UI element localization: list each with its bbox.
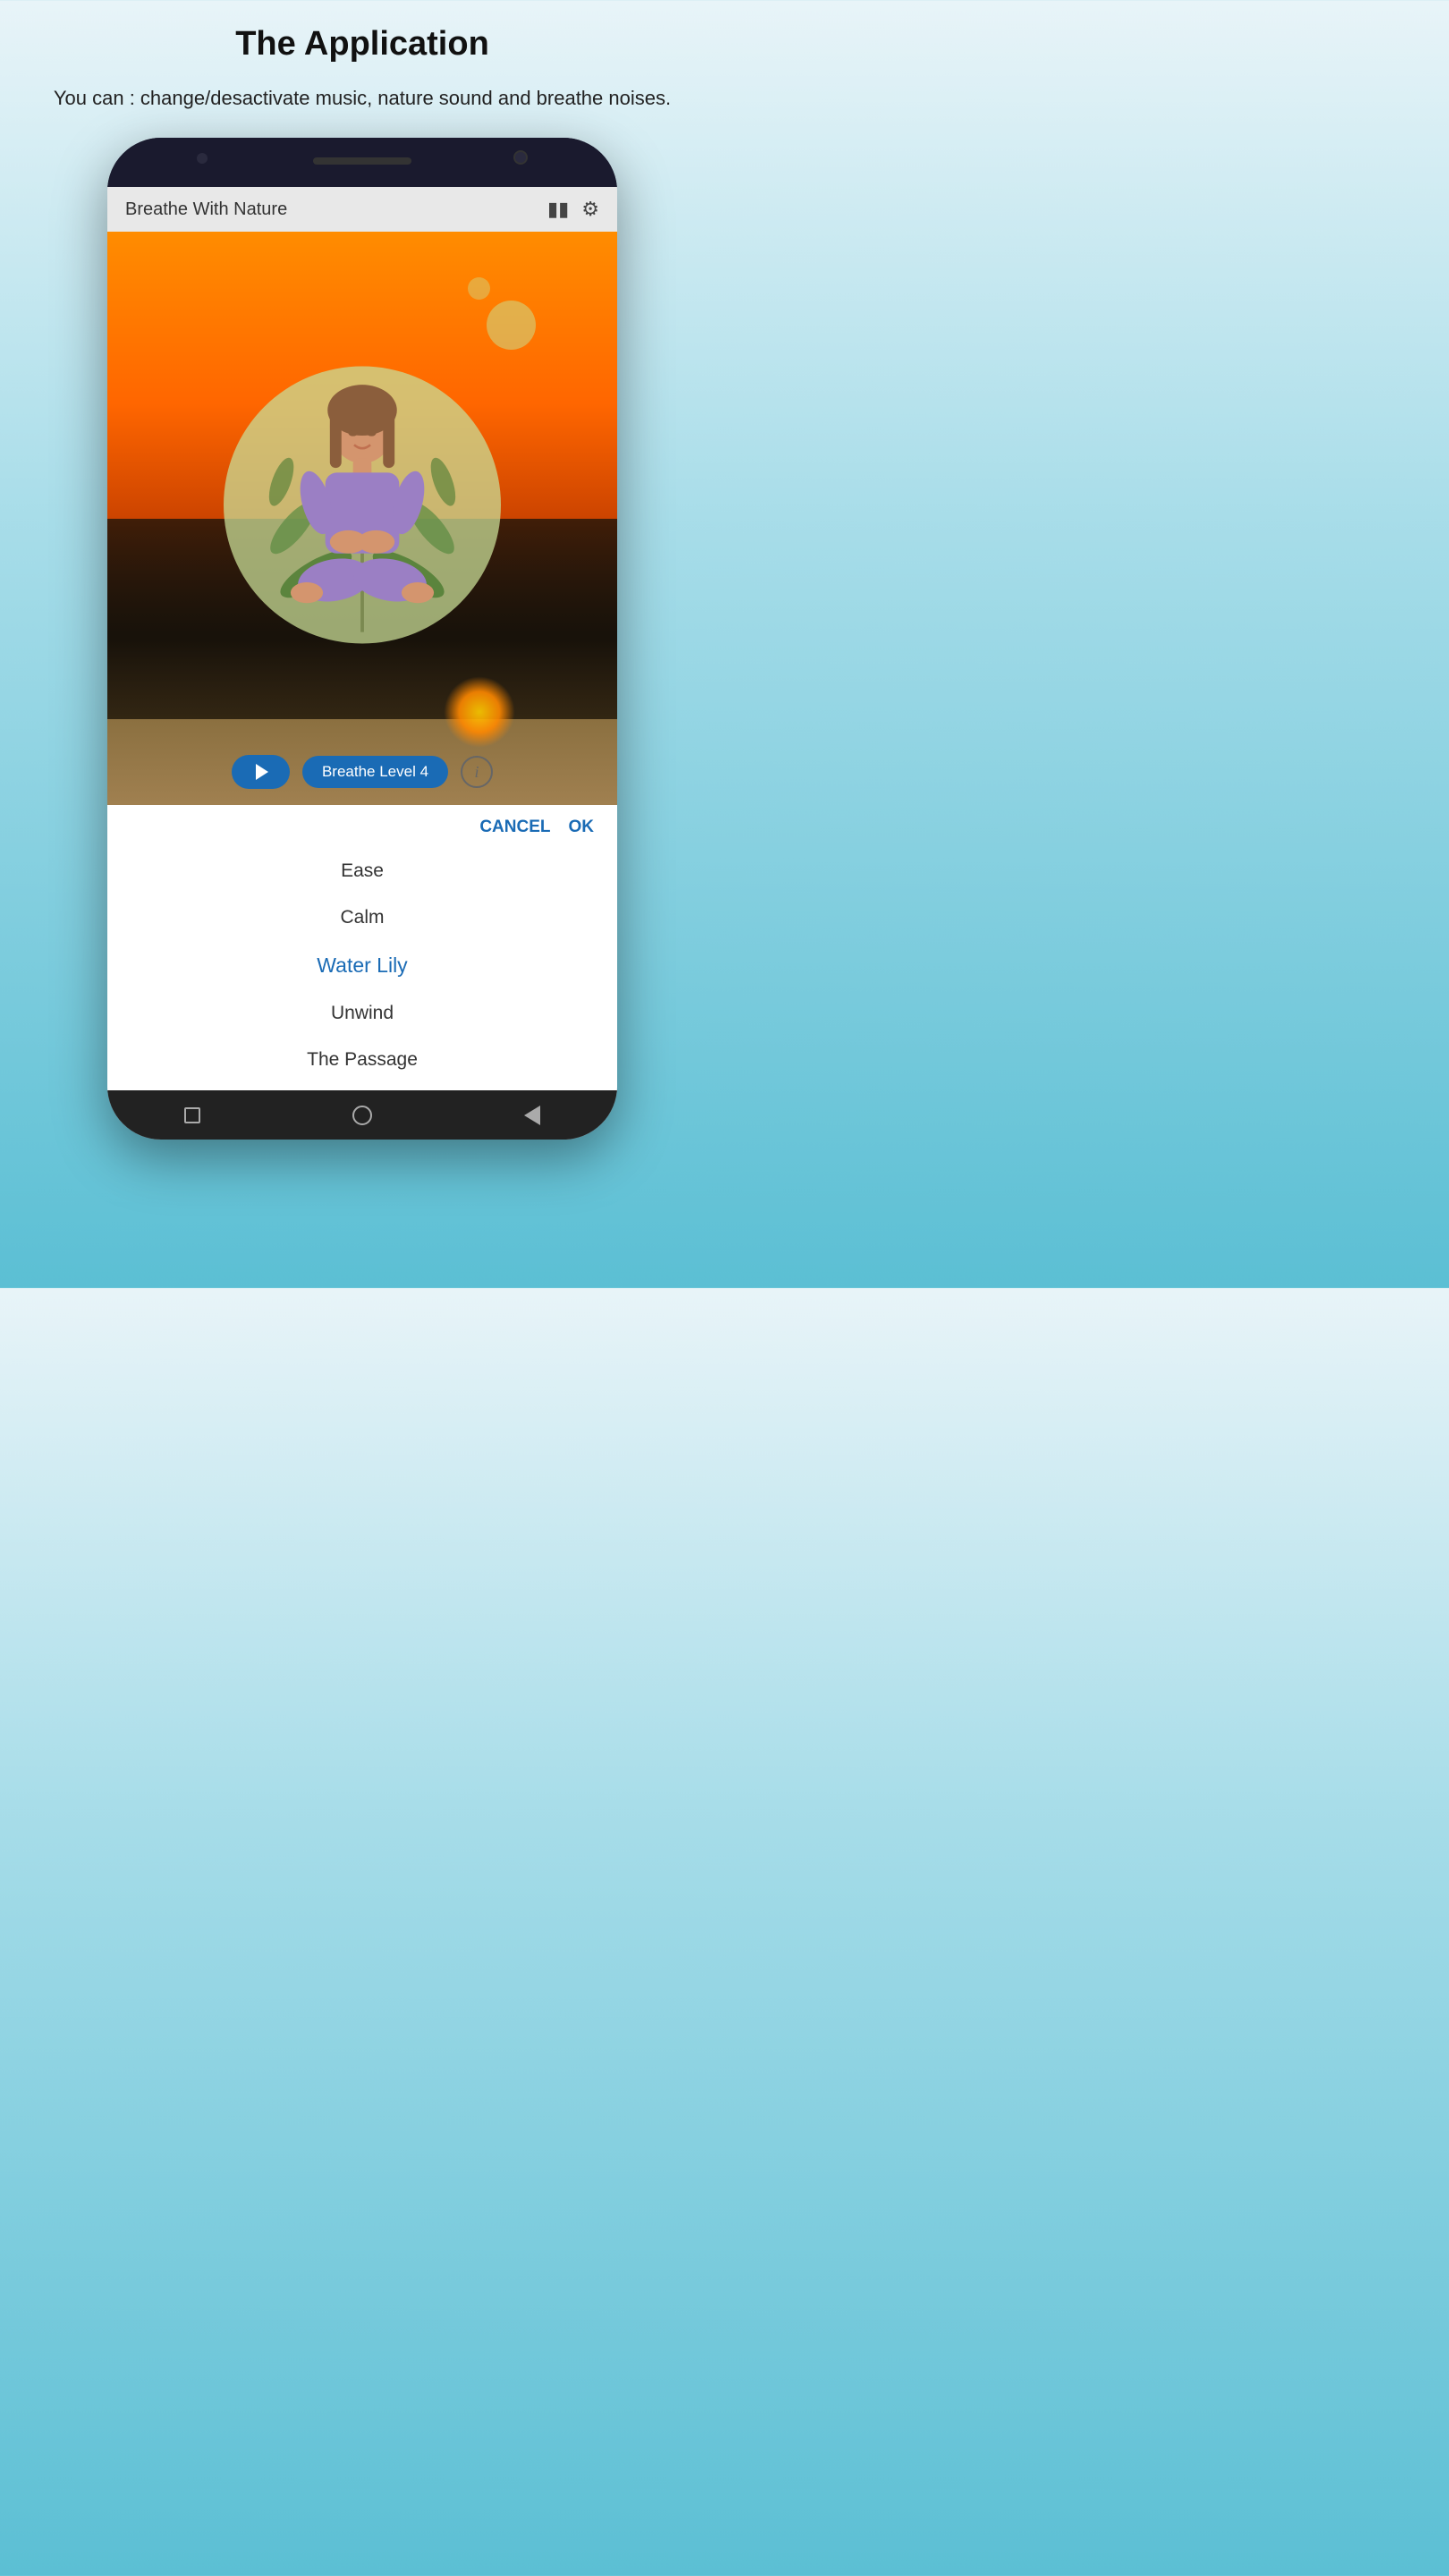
app-name-label: Breathe With Nature: [125, 199, 287, 220]
picker-item-calm[interactable]: Calm: [107, 894, 617, 941]
cancel-button[interactable]: CANCEL: [479, 818, 550, 837]
layers-icon[interactable]: ▮▮: [547, 198, 569, 221]
back-icon: [524, 1106, 540, 1125]
front-camera-left: [197, 153, 208, 164]
bubble-large: [487, 301, 536, 350]
picker-item-the-passage[interactable]: The Passage: [107, 1037, 617, 1083]
info-button[interactable]: i: [461, 756, 493, 788]
dialog-actions: CANCEL OK: [107, 805, 617, 844]
ok-button[interactable]: OK: [569, 818, 595, 837]
earpiece-speaker: [313, 157, 411, 165]
square-icon: [184, 1107, 200, 1123]
meditation-circle: [224, 366, 501, 643]
phone-top-bar: [107, 138, 617, 187]
bubble-small: [468, 277, 490, 300]
bottom-controls: Breathe Level 4 i: [107, 755, 617, 789]
phone-nav-bar: [107, 1090, 617, 1140]
phone-screen: Breathe With Nature ▮▮ ⚙: [107, 187, 617, 1140]
sun-glow: [444, 676, 515, 748]
play-button[interactable]: [232, 755, 290, 789]
recent-apps-button[interactable]: [182, 1106, 202, 1125]
meditation-figure-svg: [224, 366, 501, 643]
back-button[interactable]: [522, 1106, 542, 1125]
header-icons: ▮▮ ⚙: [547, 198, 599, 221]
picker-item-unwind[interactable]: Unwind: [107, 990, 617, 1037]
dialog-area: CANCEL OK Ease Calm Water Lily Unwind Th…: [107, 805, 617, 1090]
home-button[interactable]: [352, 1106, 372, 1125]
play-icon: [256, 764, 268, 780]
picker-item-water-lily[interactable]: Water Lily: [107, 941, 617, 990]
phone-frame: Breathe With Nature ▮▮ ⚙: [107, 138, 617, 1140]
picker-list: Ease Calm Water Lily Unwind The Passage: [107, 844, 617, 1090]
breathe-level-button[interactable]: Breathe Level 4: [302, 756, 448, 788]
front-camera-right: [513, 150, 528, 165]
circle-icon: [352, 1106, 372, 1125]
main-image-area: Breathe Level 4 i: [107, 232, 617, 805]
picker-item-ease[interactable]: Ease: [107, 848, 617, 894]
page-subtitle: You can : change/desactivate music, natu…: [18, 83, 707, 113]
app-header: Breathe With Nature ▮▮ ⚙: [107, 187, 617, 232]
page-title: The Application: [235, 25, 489, 64]
settings-icon[interactable]: ⚙: [581, 198, 599, 221]
